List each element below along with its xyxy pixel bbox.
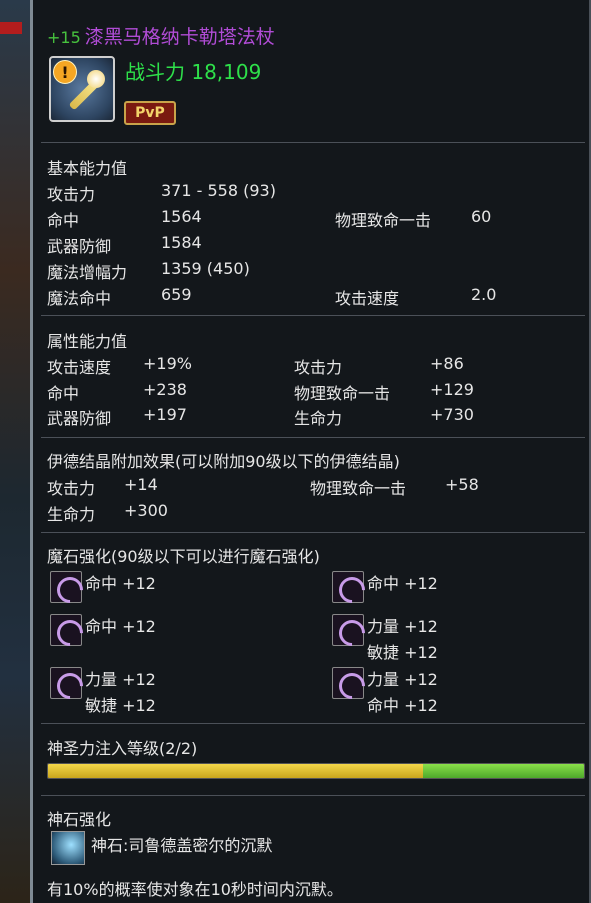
holy-power-bar-yellow bbox=[48, 764, 424, 778]
godstone-description: 有10%的概率使对象在10秒时间内沉默。 bbox=[47, 880, 343, 899]
manastone-icon[interactable] bbox=[50, 571, 82, 603]
divider bbox=[41, 315, 585, 316]
attr-stat-value: +86 bbox=[430, 354, 464, 373]
holy-power-header: 神圣力注入等级(2/2) bbox=[47, 739, 198, 758]
divider bbox=[41, 532, 585, 533]
pvp-badge: PvP bbox=[124, 101, 176, 125]
holy-power-bar-green bbox=[423, 764, 584, 778]
manastone-icon[interactable] bbox=[50, 614, 82, 646]
attr-stat-value: +197 bbox=[143, 405, 187, 424]
basic-stat-value: 371 - 558 (93) bbox=[161, 181, 276, 200]
basic-stat-value: 659 bbox=[161, 285, 192, 304]
basic-stat-label: 攻击速度 bbox=[335, 289, 400, 308]
manastone-icon[interactable] bbox=[332, 571, 364, 603]
basic-stat-label: 攻击力 bbox=[47, 185, 96, 204]
attr-stat-label: 生命力 bbox=[294, 409, 343, 428]
attr-stat-value: +730 bbox=[430, 405, 474, 424]
manastone-effect: 命中 +12 bbox=[85, 574, 156, 593]
attribute-stats-header: 属性能力值 bbox=[47, 332, 128, 351]
holy-power-bar bbox=[47, 763, 585, 779]
manastone-effect: 命中 +12 bbox=[85, 617, 156, 636]
basic-stat-label: 魔法增幅力 bbox=[47, 263, 128, 282]
basic-stat-value: 60 bbox=[471, 207, 492, 226]
idian-stat-label: 攻击力 bbox=[47, 479, 96, 498]
manastone-icon[interactable] bbox=[332, 614, 364, 646]
basic-stat-label: 命中 bbox=[47, 211, 80, 230]
staff-orb bbox=[87, 70, 105, 88]
warning-icon: ! bbox=[53, 60, 77, 84]
basic-stat-value: 2.0 bbox=[471, 285, 497, 304]
idian-stat-value: +58 bbox=[445, 475, 479, 494]
basic-stats-header: 基本能力值 bbox=[47, 159, 128, 178]
manastone-effect: 命中 +12 bbox=[367, 696, 438, 715]
attr-stat-value: +129 bbox=[430, 380, 474, 399]
divider bbox=[41, 142, 585, 143]
item-name: 漆黑马格纳卡勒塔法杖 bbox=[84, 26, 275, 48]
manastone-effect: 力量 +12 bbox=[85, 670, 156, 689]
attr-stat-label: 物理致命一击 bbox=[294, 384, 391, 403]
manastone-icon[interactable] bbox=[332, 667, 364, 699]
idian-stat-label: 生命力 bbox=[47, 505, 96, 524]
manastone-effect: 力量 +12 bbox=[367, 670, 438, 689]
manastone-effect: 力量 +12 bbox=[367, 617, 438, 636]
manastone-effect: 敏捷 +12 bbox=[85, 696, 156, 715]
manastone-header: 魔石强化(90级以下可以进行魔石强化) bbox=[47, 547, 320, 566]
godstone-name: 神石:司鲁德盖密尔的沉默 bbox=[91, 836, 273, 855]
background-red-bar bbox=[0, 22, 22, 34]
basic-stat-value: 1584 bbox=[161, 233, 202, 252]
basic-stat-label: 物理致命一击 bbox=[335, 211, 432, 230]
idian-stat-label: 物理致命一击 bbox=[310, 479, 407, 498]
item-title: +15 漆黑马格纳卡勒塔法杖 bbox=[47, 22, 275, 49]
attr-stat-label: 武器防御 bbox=[47, 409, 112, 428]
enhance-level: +15 bbox=[47, 28, 81, 47]
basic-stat-value: 1359 (450) bbox=[161, 259, 250, 278]
attr-stat-label: 攻击速度 bbox=[47, 358, 112, 377]
idian-stat-value: +14 bbox=[124, 475, 158, 494]
manastone-icon[interactable] bbox=[50, 667, 82, 699]
manastone-effect: 命中 +12 bbox=[367, 574, 438, 593]
attr-stat-value: +238 bbox=[143, 380, 187, 399]
attr-stat-value: +19% bbox=[143, 354, 192, 373]
attr-stat-label: 攻击力 bbox=[294, 358, 343, 377]
godstone-header: 神石强化 bbox=[47, 810, 112, 829]
combat-power: 战斗力 18,109 bbox=[125, 56, 261, 85]
idian-stat-value: +300 bbox=[124, 501, 168, 520]
divider bbox=[41, 437, 585, 438]
item-tooltip: +15 漆黑马格纳卡勒塔法杖 ! 战斗力 18,109 PvP 基本能力值 攻击力… bbox=[30, 0, 591, 903]
combat-power-label: 战斗力 bbox=[125, 60, 185, 84]
combat-power-value: 18,109 bbox=[191, 60, 262, 84]
game-background-strip bbox=[0, 0, 30, 903]
divider bbox=[41, 795, 585, 796]
basic-stat-value: 1564 bbox=[161, 207, 202, 226]
basic-stat-label: 武器防御 bbox=[47, 237, 112, 256]
godstone-icon[interactable] bbox=[51, 831, 85, 865]
manastone-effect: 敏捷 +12 bbox=[367, 643, 438, 662]
idian-header: 伊德结晶附加效果(可以附加90级以下的伊德结晶) bbox=[47, 452, 400, 471]
basic-stat-label: 魔法命中 bbox=[47, 289, 112, 308]
divider bbox=[41, 723, 585, 724]
attr-stat-label: 命中 bbox=[47, 384, 80, 403]
